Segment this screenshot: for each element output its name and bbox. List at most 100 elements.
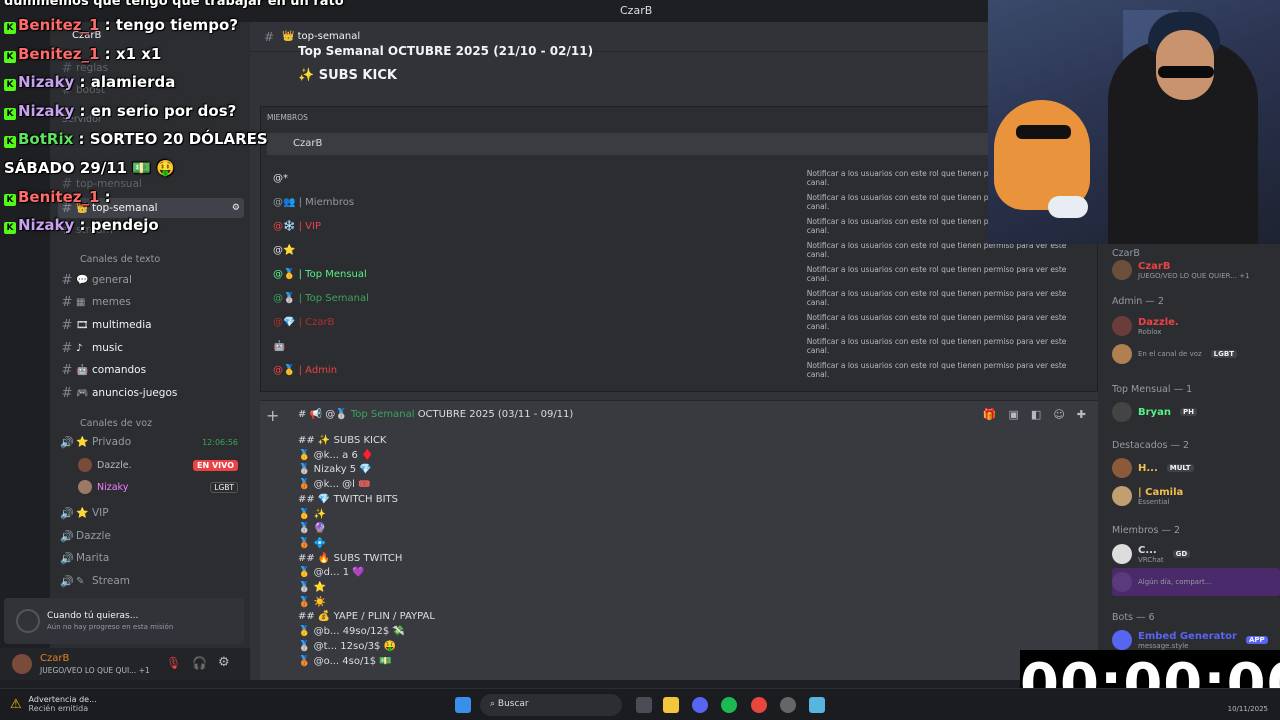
voice-marita[interactable]: 🔊 Marita bbox=[58, 548, 244, 568]
editor-line: 🥈 🔮 bbox=[298, 523, 327, 535]
notepad-icon[interactable] bbox=[809, 697, 825, 713]
upper-post: Top Semanal OCTUBRE 2025 (21/10 - 02/11)… bbox=[298, 44, 593, 83]
role-option[interactable]: 🤖 Notificar a los usuarios con este rol q… bbox=[273, 337, 1088, 355]
emoji-icon[interactable]: ☺ bbox=[1053, 408, 1064, 421]
obs-icon[interactable] bbox=[780, 697, 796, 713]
sticker-icon[interactable]: ◧ bbox=[1031, 408, 1041, 421]
chat-username: Benitez_1 bbox=[18, 16, 100, 34]
settings-icon[interactable]: ⚙ bbox=[232, 203, 240, 213]
task-view-icon[interactable] bbox=[636, 697, 652, 713]
voice-stream[interactable]: 🔊 ✎ Stream bbox=[58, 571, 244, 591]
member-item[interactable]: C... VRChat GD bbox=[1112, 540, 1280, 568]
mouse-device bbox=[1048, 196, 1088, 218]
taskbar-search[interactable]: ⌕ Buscar bbox=[480, 694, 622, 716]
chrome-icon[interactable] bbox=[751, 697, 767, 713]
voice-privado[interactable]: 🔊 ⭐ Privado 12:06:56 bbox=[58, 432, 244, 452]
role-option[interactable]: @🥈 | Top Semanal Notificar a los usuarios… bbox=[273, 289, 1088, 307]
role-name: @🥈 | Top Semanal bbox=[273, 292, 369, 304]
chat-separator: : bbox=[73, 130, 90, 149]
lgbt-badge: LGBT bbox=[210, 481, 238, 493]
spotify-icon[interactable] bbox=[721, 697, 737, 713]
user-avatar[interactable] bbox=[12, 654, 32, 674]
avatar bbox=[78, 480, 92, 494]
plush-toy bbox=[994, 100, 1090, 210]
editor-line: 🥇 @d... 1 💜 bbox=[298, 567, 365, 579]
note-icon: ♪ bbox=[76, 342, 83, 354]
voice-vip[interactable]: 🔊 ⭐ VIP bbox=[58, 503, 244, 523]
avatar bbox=[78, 458, 92, 472]
chat-text: pendejo bbox=[90, 216, 159, 235]
editor-line-title: # 📢 @🥈 Top Semanal OCTUBRE 2025 (03/11 -… bbox=[298, 409, 574, 420]
role-option[interactable]: @❄️ | VIP Notificar a los usuarios con es… bbox=[273, 217, 1088, 235]
chat-message: K Nizaky : pendejo bbox=[4, 216, 159, 235]
settings-gear-icon[interactable]: ⚙ bbox=[218, 655, 230, 670]
role-option[interactable]: @🥇 | Admin Notificar a los usuarios con e… bbox=[273, 361, 1088, 379]
message-editor[interactable]: + # 📢 @🥈 Top Semanal OCTUBRE 2025 (03/11… bbox=[260, 400, 1098, 680]
role-option[interactable]: @👥 | Miembros Notificar a los usuarios co… bbox=[273, 193, 1088, 211]
role-option[interactable]: @💎 | CzarB Notificar a los usuarios con e… bbox=[273, 313, 1088, 331]
member-group: Admin — 2 bbox=[1112, 296, 1164, 307]
channel-comandos[interactable]: # 🤖 comandos bbox=[58, 360, 244, 380]
role-option[interactable]: @🥇 | Top Mensual Notificar a los usuarios… bbox=[273, 265, 1088, 283]
role-option[interactable]: @* Notificar a los usuarios con este rol … bbox=[273, 169, 1088, 187]
notification-warning[interactable]: ⚠ Advertencia de... Recién emitida bbox=[10, 695, 97, 713]
avatar bbox=[1112, 316, 1132, 336]
star-icon: ⭐ bbox=[76, 436, 89, 448]
kick-badge-icon: K bbox=[4, 193, 16, 206]
avatar bbox=[1112, 458, 1132, 478]
windows-start-icon[interactable] bbox=[455, 697, 471, 713]
voice-user-nizaky[interactable]: Nizaky LGBT bbox=[78, 480, 238, 494]
category-text[interactable]: Canales de texto bbox=[80, 254, 160, 265]
member-item[interactable]: | Camila Essential bbox=[1112, 482, 1280, 510]
role-option[interactable]: @⭐ Notificar a los usuarios con este rol … bbox=[273, 241, 1088, 259]
editor-line: ## ✨ SUBS KICK bbox=[298, 435, 387, 446]
chat-username: Benitez_1 bbox=[18, 44, 100, 63]
hash-icon: # bbox=[61, 294, 73, 310]
gift-icon[interactable]: 🎁 bbox=[983, 408, 997, 421]
role-note: Notificar a los usuarios con este rol qu… bbox=[806, 337, 1067, 355]
member-item[interactable]: Algún día, compart... bbox=[1112, 568, 1280, 596]
gif-icon[interactable]: ▣ bbox=[1009, 408, 1019, 421]
voice-dazzle[interactable]: 🔊 Dazzle bbox=[58, 526, 244, 546]
member-item[interactable]: H... MULT bbox=[1112, 454, 1280, 482]
editor-line: 🥈 @t... 12so/3$ 🤑 bbox=[298, 640, 397, 652]
channel-music[interactable]: # ♪ music bbox=[58, 338, 244, 358]
member-item[interactable]: CzarB JUEGO/VEO LO QUE QUIER... +1 bbox=[1112, 256, 1280, 284]
chat-username: Nizaky bbox=[18, 101, 75, 120]
mute-icon[interactable]: 🎙 bbox=[166, 656, 181, 670]
voice-user-dazzle[interactable]: Dazzle. EN VIVO bbox=[78, 458, 238, 472]
screen: CzarB CzarB # reglas # boost Servidor # top… bbox=[0, 0, 1280, 720]
avatar bbox=[1112, 486, 1132, 506]
file-explorer-icon[interactable] bbox=[663, 697, 679, 713]
mission-title: Cuando tú quieras... bbox=[47, 611, 139, 621]
grid-icon: ▦ bbox=[76, 296, 86, 308]
popup-selected-member[interactable]: CzarB bbox=[267, 133, 1093, 155]
channel-multimedia[interactable]: # 🎞 multimedia bbox=[58, 315, 244, 335]
member-item[interactable]: Dazzle. Roblox bbox=[1112, 312, 1280, 340]
chat-username: Nizaky bbox=[18, 73, 75, 92]
mission-card[interactable]: Cuando tú quieras... Aún no hay progreso… bbox=[4, 598, 244, 644]
chat-message: K BotRix : SORTEO 20 DÓLARES bbox=[4, 130, 268, 149]
plus-icon[interactable]: + bbox=[266, 406, 279, 425]
member-item[interactable]: Bryan PH bbox=[1112, 398, 1280, 426]
channel-memes[interactable]: # ▦ memes bbox=[58, 292, 244, 312]
discord-icon[interactable] bbox=[692, 697, 708, 713]
chat-username: Nizaky bbox=[18, 216, 75, 235]
apps-icon[interactable]: ✚ bbox=[1077, 408, 1086, 421]
chat-text: tengo tiempo? bbox=[115, 16, 239, 34]
category-voice[interactable]: Canales de voz bbox=[80, 418, 152, 429]
chat-message: K Benitez_1 : x1 x1 bbox=[4, 45, 161, 63]
chat-message: SÁBADO 29/11 💵 🤑 bbox=[4, 159, 175, 177]
chat-separator: : bbox=[99, 16, 116, 34]
role-note: Notificar a los usuarios con este rol qu… bbox=[806, 265, 1067, 283]
member-item[interactable]: En el canal de voz LGBT bbox=[1112, 340, 1280, 368]
role-name: @🥇 | Admin bbox=[273, 364, 338, 376]
warning-icon: ⚠ bbox=[10, 697, 22, 712]
role-name: @🥇 | Top Mensual bbox=[273, 268, 367, 280]
channel-general[interactable]: # 💬 general bbox=[58, 270, 244, 290]
mission-subtitle: Aún no hay progreso en esta misión bbox=[47, 623, 174, 631]
chat-username: BotRix bbox=[18, 130, 74, 149]
channel-anuncios-juegos[interactable]: # 🎮 anuncios-juegos bbox=[58, 383, 244, 403]
kick-badge-icon: K bbox=[4, 136, 16, 149]
headphones-icon[interactable]: 🎧 bbox=[192, 656, 207, 670]
